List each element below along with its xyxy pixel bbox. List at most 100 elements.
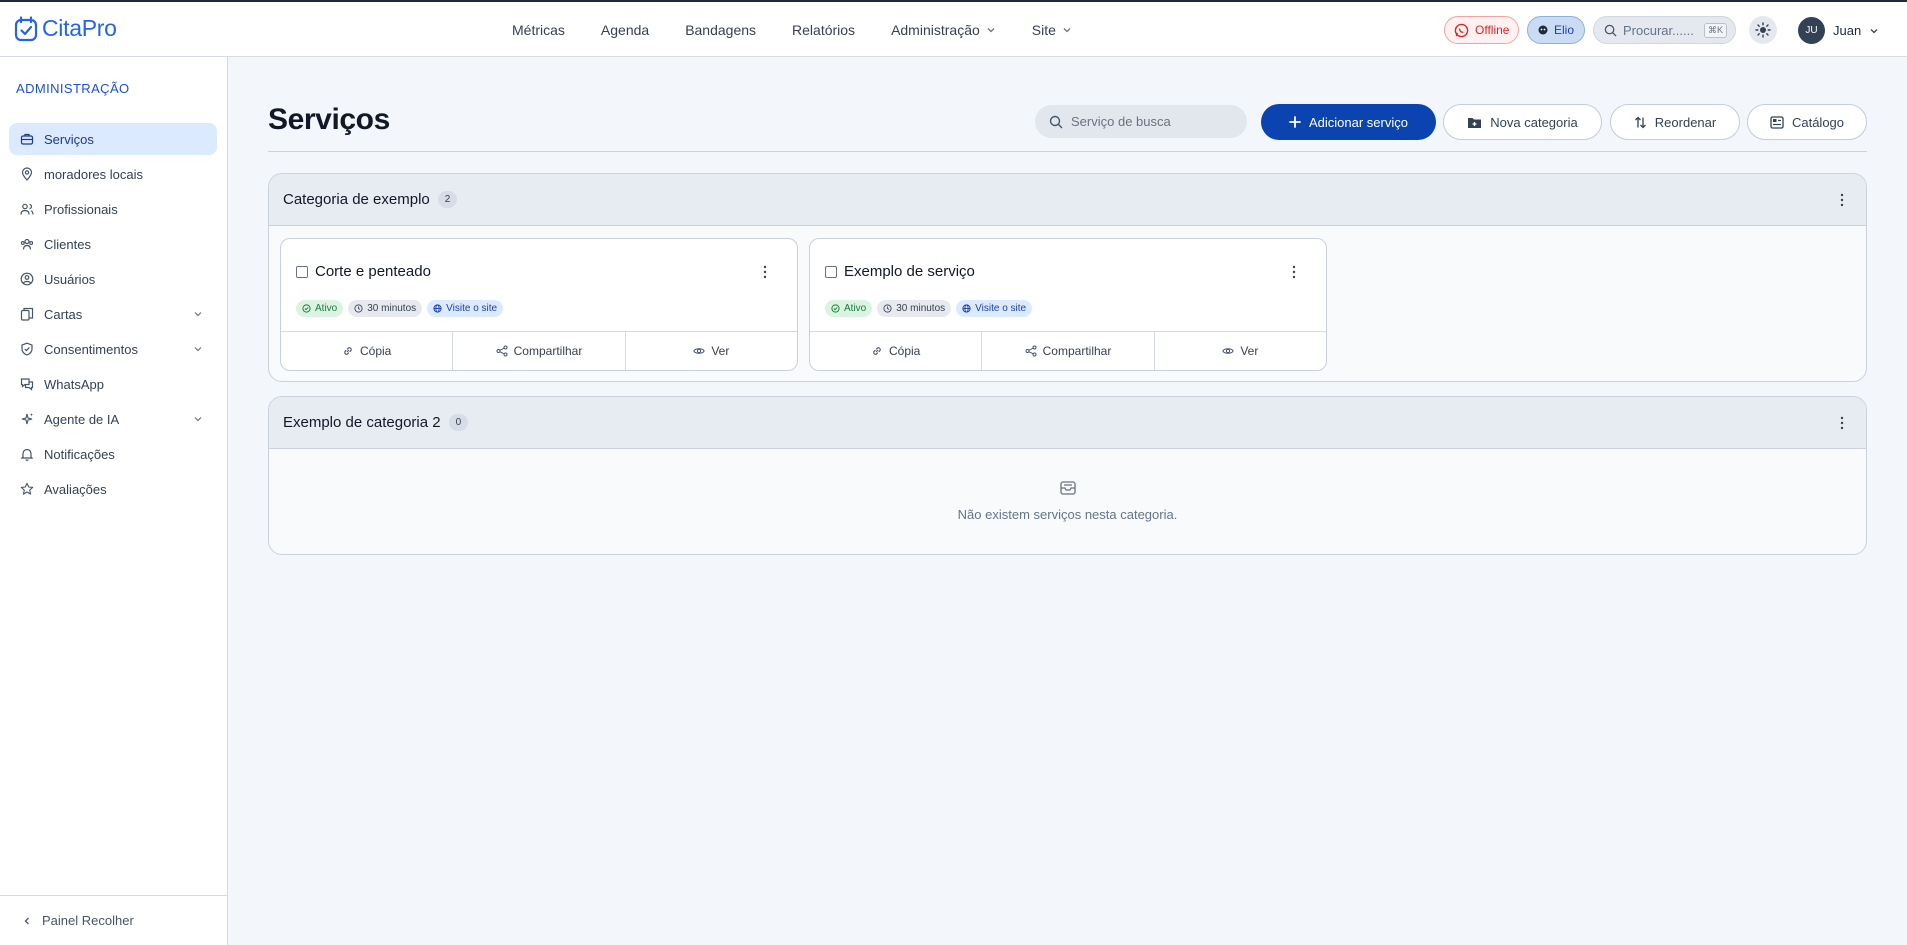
calendar-check-icon bbox=[14, 15, 38, 41]
service-search-input[interactable]: Serviço de busca bbox=[1035, 105, 1247, 138]
new-category-button[interactable]: Nova categoria bbox=[1443, 104, 1602, 140]
more-vertical-icon[interactable] bbox=[1840, 416, 1844, 430]
chevron-down-icon bbox=[1063, 27, 1071, 32]
visit-site-badge[interactable]: Visite o site bbox=[956, 300, 1033, 317]
sidebar-item-consentimentos[interactable]: Consentimentos bbox=[9, 333, 217, 365]
category-name: Exemplo de categoria 2 bbox=[283, 414, 441, 431]
app-name: CitaPro bbox=[42, 15, 117, 41]
view-button[interactable]: Ver bbox=[1155, 332, 1326, 370]
cards-icon bbox=[20, 307, 34, 321]
page-title: Serviços bbox=[268, 103, 390, 136]
link-icon bbox=[873, 347, 881, 355]
sidebar-item-moradores-locais[interactable]: moradores locais bbox=[9, 158, 217, 190]
sidebar-item-label: Serviços bbox=[44, 131, 94, 147]
view-button[interactable]: Ver bbox=[626, 332, 797, 370]
sidebar-item-cartas[interactable]: Cartas bbox=[9, 298, 217, 330]
sidebar-item-label: Clientes bbox=[44, 236, 91, 252]
sidebar-item-label: Consentimentos bbox=[44, 341, 138, 357]
category-count-badge: 0 bbox=[448, 414, 469, 431]
duration-badge: 30 minutos bbox=[877, 300, 952, 317]
service-select-checkbox[interactable] bbox=[296, 266, 308, 278]
theme-toggle-button[interactable] bbox=[1749, 16, 1777, 44]
catalog-label: Catálogo bbox=[1791, 114, 1845, 130]
nav-site[interactable]: Site bbox=[1032, 22, 1072, 38]
chevron-down-icon bbox=[987, 27, 995, 32]
more-vertical-icon[interactable] bbox=[1840, 193, 1844, 207]
clock-icon bbox=[354, 304, 363, 313]
nav-metricas[interactable]: Métricas bbox=[512, 22, 565, 38]
elio-assistant-button[interactable]: Elio bbox=[1527, 16, 1585, 44]
sidebar-item-notificacoes[interactable]: Notificações bbox=[9, 438, 217, 470]
sidebar-item-label: Profissionais bbox=[44, 201, 118, 217]
category-count-badge: 2 bbox=[437, 191, 458, 208]
category-header: Categoria de exemplo 2 bbox=[269, 174, 1866, 226]
app-logo[interactable]: CitaPro bbox=[14, 15, 117, 42]
service-card: Exemplo de serviço Ativo 30 minutos Visi… bbox=[809, 238, 1327, 371]
bot-icon bbox=[1538, 25, 1548, 35]
whatsapp-status-badge[interactable]: Offline bbox=[1444, 16, 1520, 44]
share-button[interactable]: Compartilhar bbox=[453, 332, 626, 370]
user-group-icon bbox=[20, 238, 34, 250]
sidebar-item-profissionais[interactable]: Profissionais bbox=[9, 193, 217, 225]
header-divider bbox=[268, 151, 1867, 152]
nav-agenda[interactable]: Agenda bbox=[601, 22, 649, 38]
category-name: Categoria de exemplo bbox=[283, 191, 430, 208]
chevron-down-icon bbox=[1870, 28, 1878, 33]
service-card-actions: Cópia Compartilhar Ver bbox=[810, 331, 1326, 370]
category-section: Exemplo de categoria 2 0 Não existem ser… bbox=[268, 396, 1867, 555]
global-search-input[interactable]: Procurar...... ⌘K bbox=[1593, 16, 1736, 44]
offline-label: Offline bbox=[1475, 23, 1510, 37]
collapse-label: Painel Recolher bbox=[42, 913, 134, 928]
sidebar-item-servicos[interactable]: Serviços bbox=[9, 123, 217, 155]
sidebar-item-agente-ia[interactable]: Agente de IA bbox=[9, 403, 217, 435]
globe-icon bbox=[433, 304, 442, 313]
user-circle-icon bbox=[20, 272, 34, 286]
copy-button[interactable]: Cópia bbox=[281, 332, 454, 370]
share-button[interactable]: Compartilhar bbox=[982, 332, 1155, 370]
sparkles-icon bbox=[21, 413, 33, 425]
nav-bandagens[interactable]: Bandagens bbox=[685, 22, 756, 38]
reorder-button[interactable]: Reordenar bbox=[1610, 104, 1740, 140]
nav-relatorios[interactable]: Relatórios bbox=[792, 22, 855, 38]
reorder-label: Reordenar bbox=[1654, 114, 1717, 130]
duration-label: 30 minutos bbox=[896, 303, 946, 314]
duration-badge: 30 minutos bbox=[348, 300, 423, 317]
copy-button[interactable]: Cópia bbox=[810, 332, 983, 370]
catalog-button[interactable]: Catálogo bbox=[1747, 104, 1867, 140]
service-badges: Ativo 30 minutos Visite o site bbox=[296, 300, 504, 317]
sort-arrows-icon bbox=[1634, 116, 1646, 128]
user-menu[interactable]: JU Juan bbox=[1798, 17, 1879, 44]
sidebar: ADMINISTRAÇÃO Serviços moradores locais … bbox=[0, 57, 228, 945]
sidebar-item-whatsapp[interactable]: WhatsApp bbox=[9, 368, 217, 400]
nav-label: Administração bbox=[891, 21, 980, 38]
sidebar-item-clientes[interactable]: Clientes bbox=[9, 228, 217, 260]
sidebar-item-usuarios[interactable]: Usuários bbox=[9, 263, 217, 295]
check-circle-icon bbox=[831, 304, 840, 313]
sidebar-item-label: Usuários bbox=[44, 271, 96, 287]
collapse-sidebar-button[interactable]: Painel Recolher bbox=[0, 895, 228, 945]
copy-label: Cópia bbox=[888, 344, 921, 358]
new-category-label: Nova categoria bbox=[1490, 114, 1578, 130]
plus-icon bbox=[1289, 116, 1301, 128]
more-vertical-icon[interactable] bbox=[763, 265, 767, 279]
service-search-placeholder: Serviço de busca bbox=[1071, 114, 1171, 129]
share-icon bbox=[496, 345, 508, 357]
clock-icon bbox=[883, 304, 892, 313]
add-service-button[interactable]: Adicionar serviço bbox=[1261, 104, 1436, 140]
duration-label: 30 minutos bbox=[367, 303, 417, 314]
elio-label: Elio bbox=[1553, 23, 1574, 37]
service-select-checkbox[interactable] bbox=[825, 266, 837, 278]
service-card-actions: Cópia Compartilhar Ver bbox=[281, 331, 797, 370]
service-badges: Ativo 30 minutos Visite o site bbox=[825, 300, 1033, 317]
eye-icon bbox=[1222, 348, 1235, 354]
category-header: Exemplo de categoria 2 0 bbox=[269, 397, 1866, 449]
view-label: Ver bbox=[711, 344, 730, 358]
search-icon bbox=[1049, 115, 1063, 128]
nav-administracao[interactable]: Administração bbox=[891, 22, 996, 38]
empty-state-text: Não existem serviços nesta categoria. bbox=[957, 506, 1178, 522]
sidebar-item-avaliacoes[interactable]: Avaliações bbox=[9, 473, 217, 505]
visit-site-badge[interactable]: Visite o site bbox=[427, 300, 504, 317]
top-bar: CitaPro Métricas Agenda Bandagens Relató… bbox=[0, 0, 1907, 57]
visit-site-label: Visite o site bbox=[975, 303, 1027, 314]
more-vertical-icon[interactable] bbox=[1292, 265, 1296, 279]
